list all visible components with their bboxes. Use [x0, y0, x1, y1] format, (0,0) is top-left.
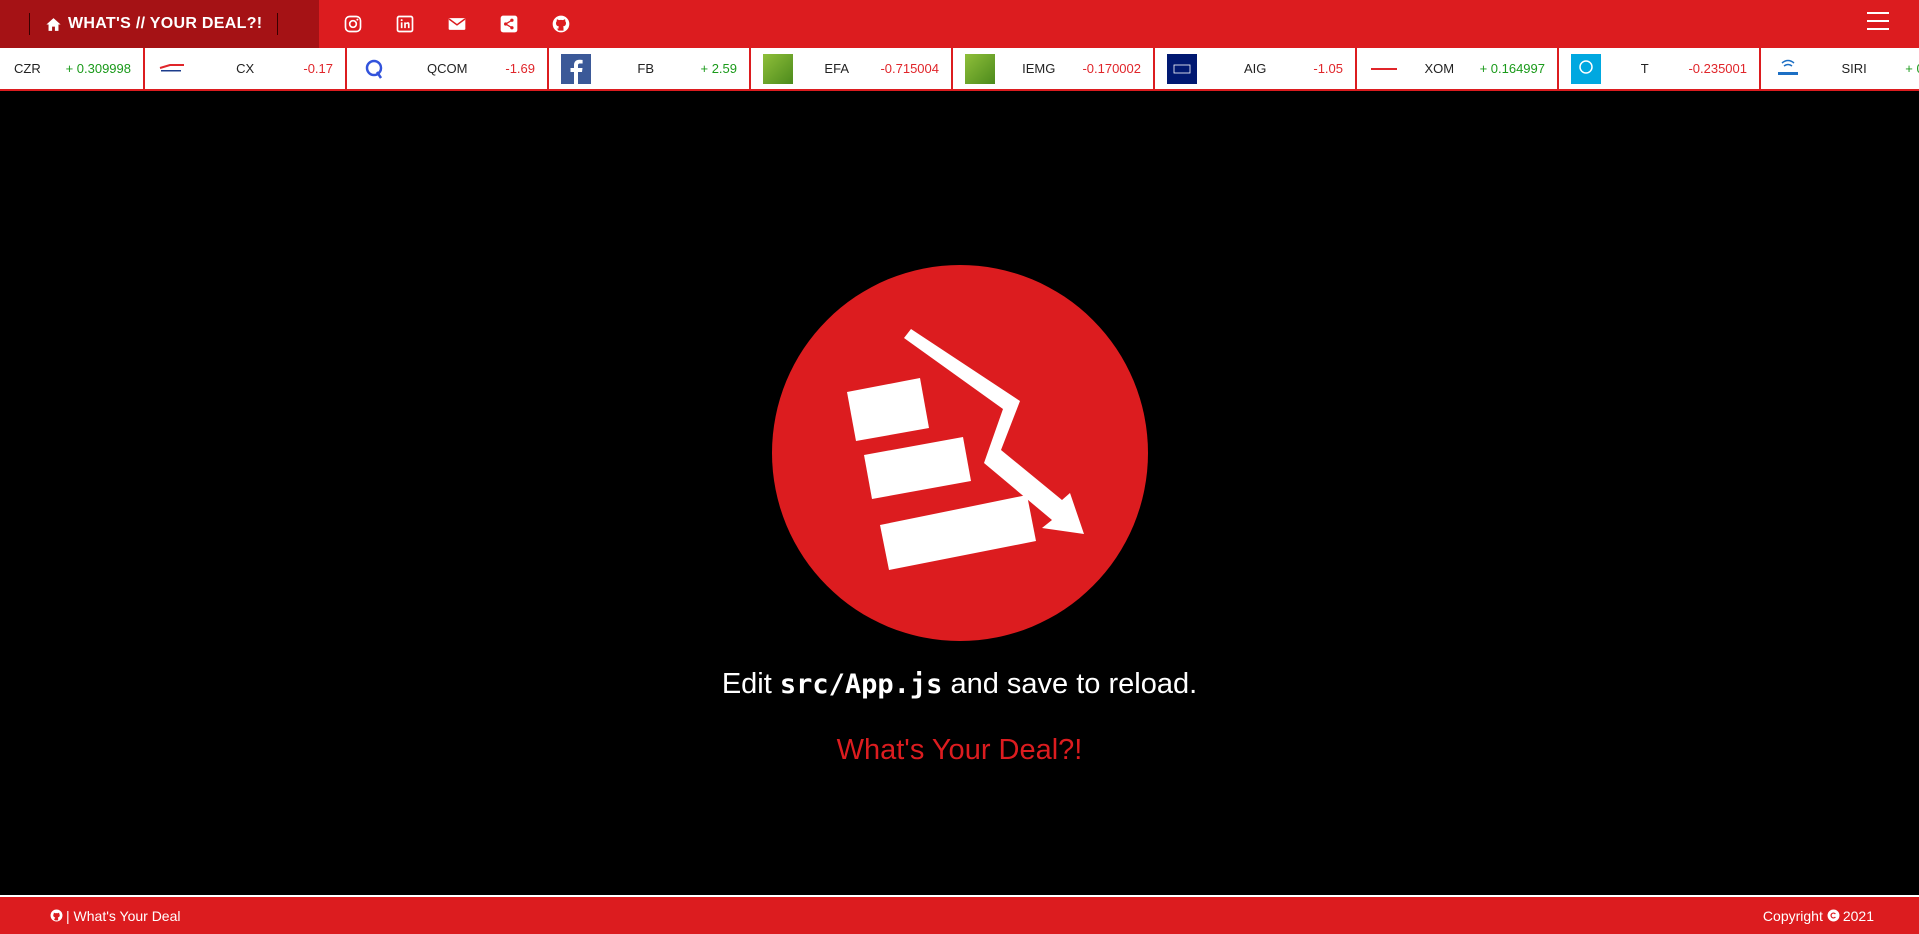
- edit-prefix: Edit: [721, 668, 780, 700]
- menu-toggle[interactable]: [1867, 12, 1889, 30]
- ticker-symbol: AIG: [1243, 61, 1267, 76]
- siriusxm-logo-icon: [1773, 54, 1803, 84]
- footer-copyright: Copyright 2021: [1763, 908, 1874, 924]
- tagline-link[interactable]: What's Your Deal?!: [0, 734, 1919, 767]
- footer-github-link[interactable]: | What's Your Deal: [50, 908, 180, 924]
- ticker-change: + 0.164997: [1479, 61, 1545, 76]
- edit-suffix: and save to reload.: [942, 668, 1198, 700]
- ticker-symbol: SIRI: [1841, 61, 1867, 76]
- brand-link[interactable]: WHAT'S // YOUR DEAL?!: [0, 0, 319, 48]
- email-link[interactable]: [431, 0, 483, 48]
- instagram-link[interactable]: [327, 0, 379, 48]
- ticker-item-xom[interactable]: XOM + 0.164997: [1357, 48, 1559, 89]
- ticker-symbol: IEMG: [1022, 61, 1056, 76]
- instagram-icon: [344, 15, 362, 33]
- qualcomm-logo-icon: [359, 54, 389, 84]
- social-links: [327, 0, 587, 48]
- brand-inner: WHAT'S // YOUR DEAL?!: [29, 13, 279, 35]
- footer: | What's Your Deal Copyright 2021: [0, 895, 1919, 934]
- ticker-change: + 0.049: [1905, 61, 1919, 76]
- hamburger-line: [1867, 20, 1889, 22]
- github-link[interactable]: [535, 0, 587, 48]
- linkedin-link[interactable]: [379, 0, 431, 48]
- home-icon: [46, 17, 61, 31]
- footer-site-name: | What's Your Deal: [66, 907, 181, 924]
- top-navbar: WHAT'S // YOUR DEAL?!: [0, 0, 1919, 48]
- copyright-year: 2021: [1842, 907, 1874, 924]
- ticker-change: -1.05: [1313, 61, 1343, 76]
- hamburger-line: [1867, 28, 1889, 30]
- ticker-change: -0.17: [303, 61, 333, 76]
- ticker-symbol: T: [1640, 61, 1649, 76]
- github-icon: [50, 909, 63, 922]
- copyright-icon: [1827, 909, 1840, 922]
- ticker-symbol: CX: [236, 61, 255, 76]
- ticker-item-czr[interactable]: CZR + 0.309998: [0, 48, 145, 89]
- edit-code: src/App.js: [779, 669, 943, 700]
- share-link[interactable]: [483, 0, 535, 48]
- ticker-item-aig[interactable]: AIG -1.05: [1155, 48, 1357, 89]
- app-logo-icon: [772, 265, 1148, 641]
- ticker-change: -0.170002: [1082, 61, 1141, 76]
- att-logo-icon: [1571, 53, 1601, 84]
- ticker-symbol: QCOM: [426, 61, 468, 76]
- exxonmobil-logo-icon: [1369, 54, 1399, 84]
- hamburger-line: [1867, 12, 1889, 14]
- envelope-icon: [448, 18, 466, 30]
- ticker-item-qcom[interactable]: QCOM -1.69: [347, 48, 549, 89]
- share-icon: [500, 15, 518, 33]
- github-icon: [552, 15, 570, 33]
- ishares-logo-icon: [763, 53, 793, 84]
- stock-ticker: CZR + 0.309998 CX -0.17 QCOM -1.69 FB + …: [0, 48, 1919, 91]
- ishares-logo-icon: [965, 53, 995, 84]
- ticker-item-cx[interactable]: CX -0.17: [145, 48, 347, 89]
- edit-instructions: Edit src/App.js and save to reload.: [0, 668, 1919, 701]
- linkedin-icon: [396, 15, 414, 33]
- ticker-symbol: CZR: [14, 61, 41, 76]
- ticker-change: -1.69: [505, 61, 535, 76]
- ticker-symbol: FB: [637, 61, 655, 76]
- ticker-change: + 2.59: [700, 61, 737, 76]
- ticker-item-t[interactable]: T -0.235001: [1559, 48, 1761, 89]
- ticker-change: -0.235001: [1688, 61, 1747, 76]
- aig-logo-icon: [1167, 53, 1197, 84]
- facebook-logo-icon: [561, 53, 591, 84]
- ticker-symbol: EFA: [824, 61, 849, 76]
- ticker-item-iemg[interactable]: IEMG -0.170002: [953, 48, 1155, 89]
- ticker-item-fb[interactable]: FB + 2.59: [549, 48, 751, 89]
- ticker-symbol: XOM: [1424, 61, 1455, 76]
- ticker-item-efa[interactable]: EFA -0.715004: [751, 48, 953, 89]
- cemex-logo-icon: [157, 54, 187, 84]
- brand-title: WHAT'S // YOUR DEAL?!: [68, 15, 263, 32]
- ticker-change: + 0.309998: [65, 61, 131, 76]
- ticker-item-siri[interactable]: SIRI + 0.049: [1761, 48, 1919, 89]
- ticker-change: -0.715004: [880, 61, 939, 76]
- copyright-label: Copyright: [1762, 907, 1823, 924]
